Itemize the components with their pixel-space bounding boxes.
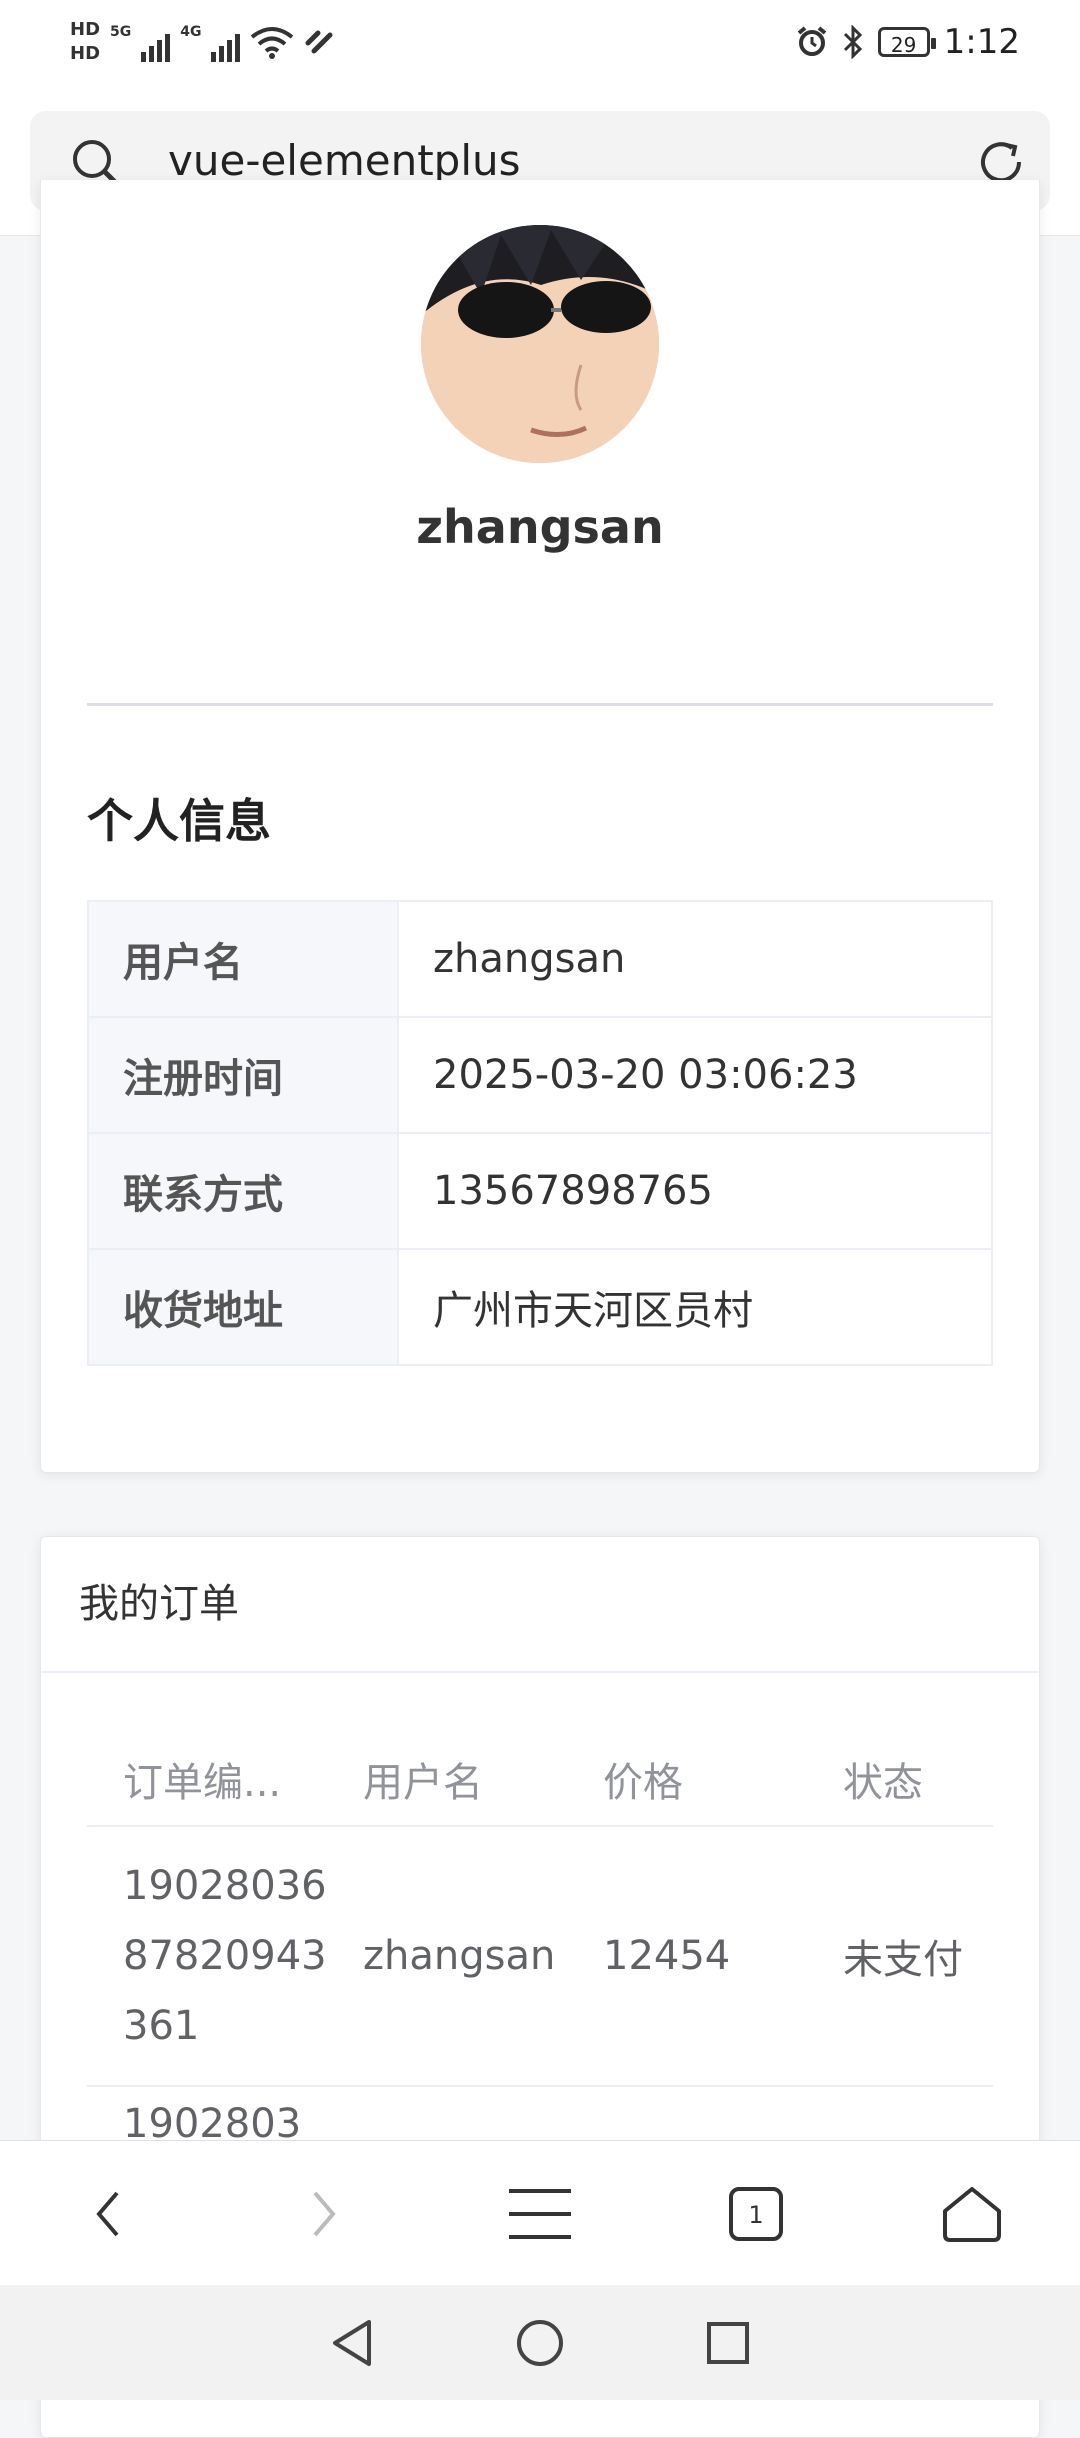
bluetooth-icon bbox=[843, 25, 862, 59]
info-row: 联系方式 13567898765 bbox=[87, 1132, 993, 1250]
info-value: 13567898765 bbox=[397, 1132, 993, 1250]
browser-bottom-nav: 1 bbox=[0, 2140, 1080, 2286]
home-button[interactable] bbox=[922, 2164, 1022, 2264]
forward-icon bbox=[313, 2191, 336, 2236]
home-icon bbox=[943, 2186, 1001, 2242]
alarm-icon bbox=[797, 26, 826, 56]
forward-button[interactable] bbox=[274, 2164, 374, 2264]
sys-home-icon[interactable] bbox=[515, 2318, 565, 2368]
wifi-icon bbox=[251, 27, 294, 59]
info-value: 广州市天河区员村 bbox=[397, 1248, 993, 1366]
info-row: 用户名 zhangsan bbox=[87, 900, 993, 1018]
sys-back-icon[interactable] bbox=[329, 2318, 375, 2368]
network-4g-label: 4G bbox=[180, 24, 202, 40]
status-bar: HD HD 5G 4G 29 1:12 bbox=[0, 0, 1080, 95]
tab-count: 1 bbox=[748, 2201, 763, 2229]
order-user-cell: zhangsan bbox=[363, 1933, 556, 1979]
info-row: 收货地址 广州市天河区员村 bbox=[87, 1248, 993, 1366]
divider bbox=[87, 703, 993, 706]
section-title: 个人信息 bbox=[87, 794, 271, 848]
sys-recents-icon[interactable] bbox=[705, 2320, 751, 2366]
status-left: HD HD 5G 4G bbox=[70, 18, 334, 66]
order-id-cell: 190280368782094336​1 bbox=[123, 1863, 327, 2049]
hd-indicator: HD HD bbox=[70, 18, 100, 66]
signal-icon-2 bbox=[211, 22, 241, 62]
order-price-cell: 12454 bbox=[603, 1933, 731, 1979]
profile-info-table: 用户名 zhangsan 注册时间 2025-03-20 03:06:23 联系… bbox=[87, 900, 993, 1366]
orders-table: 订单编... 用户名 价格 状态 190280368782094336​1 zh… bbox=[87, 1733, 993, 2147]
info-label: 注册时间 bbox=[87, 1016, 399, 1134]
column-header-price[interactable]: 价格 bbox=[567, 1750, 807, 1808]
url-text[interactable]: vue-elementplus bbox=[168, 137, 521, 185]
back-button[interactable] bbox=[58, 2164, 158, 2264]
order-status-cell: 未支付 bbox=[843, 1937, 963, 1983]
network-5g-label: 5G bbox=[110, 24, 132, 40]
tabs-button[interactable]: 1 bbox=[706, 2164, 806, 2264]
profile-card: zhangsan 个人信息 用户名 zhangsan 注册时间 2025-03-… bbox=[40, 180, 1040, 1473]
menu-button[interactable] bbox=[490, 2164, 590, 2264]
table-header-row: 订单编... 用户名 价格 状态 bbox=[87, 1733, 993, 1827]
data-saver-icon bbox=[305, 30, 333, 54]
hd-label-2: HD bbox=[70, 43, 101, 64]
table-row-partial[interactable]: 1902803 bbox=[87, 2087, 993, 2147]
tabs-icon: 1 bbox=[729, 2186, 783, 2241]
menu-icon bbox=[509, 2188, 571, 2239]
info-value: 2025-03-20 03:06:23 bbox=[397, 1016, 993, 1134]
orders-title: 我的订单 bbox=[41, 1537, 1039, 1673]
table-row[interactable]: 190280368782094336​1 zhangsan 12454 未支付 bbox=[87, 1827, 993, 2087]
status-right: 29 1:12 bbox=[796, 22, 1020, 62]
info-row: 注册时间 2025-03-20 03:06:23 bbox=[87, 1016, 993, 1134]
column-header-status[interactable]: 状态 bbox=[807, 1750, 993, 1808]
system-nav-bar bbox=[0, 2285, 1080, 2400]
profile-username: zhangsan bbox=[416, 500, 664, 554]
hd-label-1: HD bbox=[70, 19, 101, 40]
avatar-image bbox=[421, 225, 659, 463]
info-value: zhangsan bbox=[397, 900, 993, 1018]
info-label: 用户名 bbox=[87, 900, 399, 1018]
avatar bbox=[421, 225, 659, 463]
back-icon bbox=[96, 2191, 119, 2236]
info-label: 收货地址 bbox=[87, 1248, 399, 1366]
info-label: 联系方式 bbox=[87, 1132, 399, 1250]
battery-icon: 29 bbox=[877, 27, 936, 57]
column-header-order-id[interactable]: 订单编... bbox=[87, 1750, 327, 1808]
clock: 1:12 bbox=[943, 22, 1020, 62]
column-header-username[interactable]: 用户名 bbox=[327, 1750, 567, 1808]
signal-icon bbox=[141, 22, 171, 62]
